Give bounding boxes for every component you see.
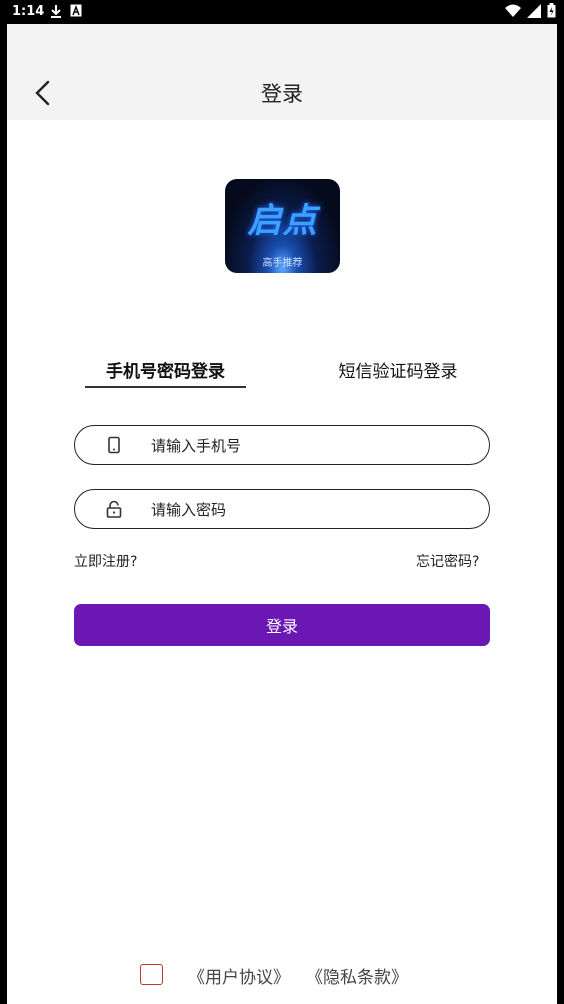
active-tab-indicator — [85, 386, 246, 388]
privacy-policy-link[interactable]: 《隐私条款》 — [306, 963, 408, 988]
password-field[interactable] — [74, 489, 490, 529]
battery-icon — [547, 3, 556, 22]
signal-icon — [527, 3, 541, 22]
tab-sms-login[interactable]: 短信验证码登录 — [318, 357, 478, 382]
status-time: 1:14 — [12, 4, 45, 19]
phone-icon — [108, 436, 120, 454]
agreement-checkbox[interactable] — [140, 964, 163, 985]
status-bar: 1:14 — [0, 0, 564, 24]
download-icon — [50, 4, 62, 21]
logo-brand-text: 启点 — [247, 201, 318, 241]
user-agreement-link[interactable]: 《用户协议》 — [188, 963, 290, 988]
wifi-icon — [505, 4, 521, 22]
app-logo: 启点 高手推荐 — [225, 179, 340, 273]
screen-edge-right — [557, 24, 564, 1004]
app-header: 登录 — [7, 24, 557, 120]
forgot-password-link[interactable]: 忘记密码? — [416, 551, 479, 571]
screen-edge-left — [0, 24, 7, 1004]
logo-tagline: 高手推荐 — [262, 258, 303, 269]
phone-input[interactable] — [149, 432, 473, 460]
a-icon — [70, 4, 82, 20]
login-button[interactable]: 登录 — [74, 604, 490, 646]
lock-icon — [106, 500, 122, 518]
tab-password-login[interactable]: 手机号密码登录 — [85, 357, 246, 382]
register-link[interactable]: 立即注册? — [74, 551, 137, 571]
page-title: 登录 — [261, 82, 303, 106]
phone-field[interactable] — [74, 425, 490, 465]
password-input[interactable] — [149, 496, 473, 524]
